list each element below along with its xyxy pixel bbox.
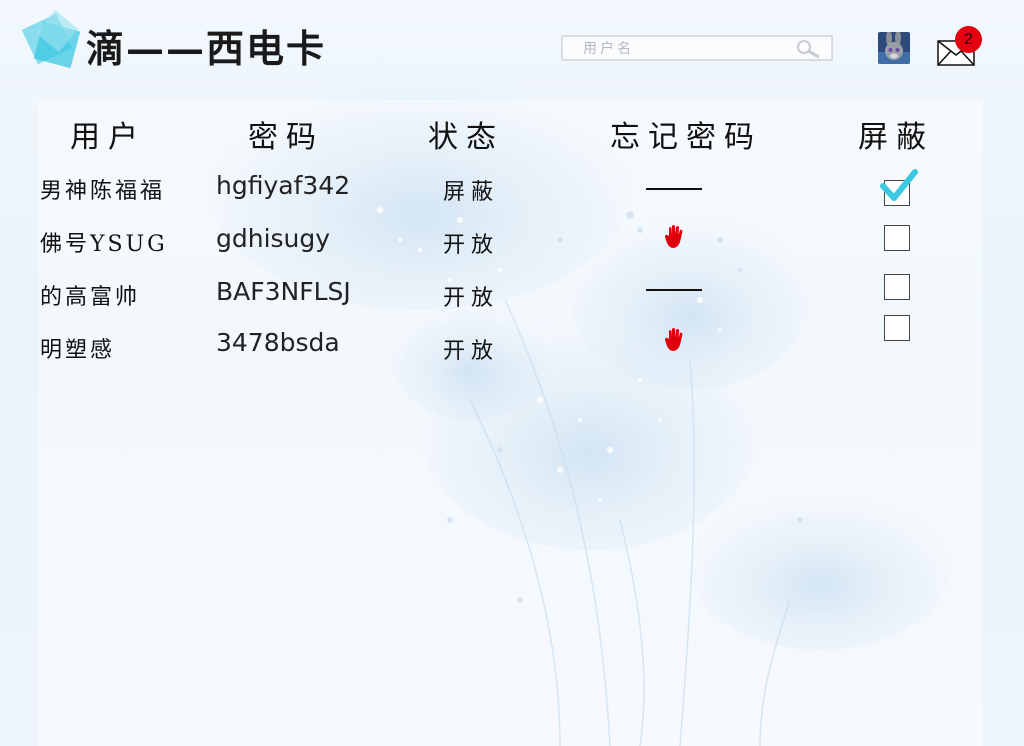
table-row-status: 开放 <box>443 339 500 364</box>
search-box[interactable] <box>561 35 833 61</box>
checkmark-icon <box>880 169 918 201</box>
column-header-status: 状态 <box>428 120 504 155</box>
forgot-password-empty <box>646 289 702 291</box>
forgot-password-empty <box>646 188 702 190</box>
block-checkbox[interactable] <box>884 225 910 251</box>
notification-badge[interactable]: 2 <box>955 26 982 53</box>
block-checkbox[interactable] <box>884 274 910 300</box>
hand-icon[interactable] <box>664 327 686 353</box>
table-row-user: 的高富帅 <box>40 285 141 310</box>
hand-icon[interactable] <box>664 224 686 250</box>
table-row-status: 屏蔽 <box>443 180 500 205</box>
search-icon[interactable] <box>795 39 821 59</box>
table-row-password: hgfiyaf342 <box>216 171 351 200</box>
table-row-password: gdhisugy <box>216 224 331 253</box>
logo-icon <box>22 10 81 69</box>
content-panel <box>38 100 982 746</box>
avatar[interactable] <box>878 32 910 64</box>
search-input[interactable] <box>581 37 805 61</box>
table-row-status: 开放 <box>443 286 500 311</box>
table-row-password: 3478bsda <box>216 328 340 357</box>
column-header-user: 用户 <box>70 120 146 155</box>
table-row-user: 佛号YSUG <box>40 232 168 257</box>
table-row-user: 男神陈福福 <box>40 179 166 204</box>
column-header-forgot-password: 忘记密码 <box>610 120 762 155</box>
table-row-status: 开放 <box>443 233 500 258</box>
table-row-password: BAF3NFLSJ <box>216 277 351 306</box>
column-header-block: 屏蔽 <box>858 120 934 155</box>
block-checkbox[interactable] <box>884 315 910 341</box>
column-header-password: 密码 <box>248 120 324 155</box>
table-row-user: 明塑感 <box>40 338 116 363</box>
app-title: 滴——西电卡 <box>86 26 327 71</box>
